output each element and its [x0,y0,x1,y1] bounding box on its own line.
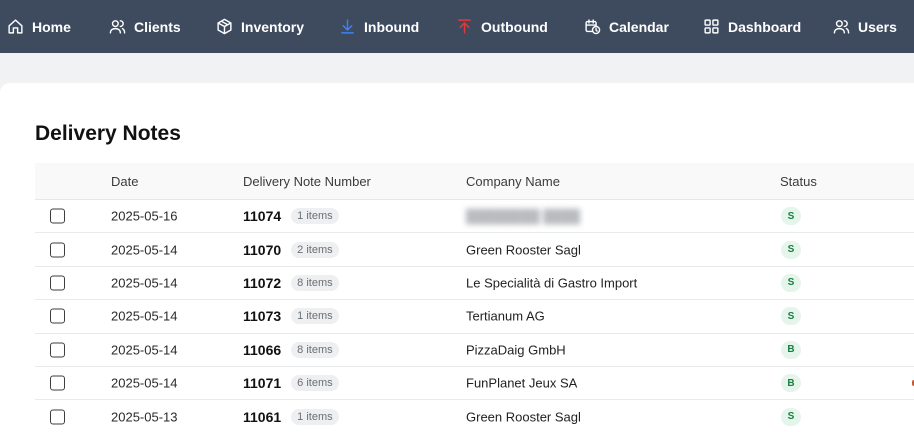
row-company: Le Specialità di Gastro Import [466,275,638,291]
row-date: 2025-05-14 [111,275,178,291]
row-checkbox[interactable] [50,308,65,324]
row-number[interactable]: 11061 [243,409,281,425]
nav-item-outbound[interactable]: Outbound [456,0,548,53]
row-checkbox[interactable] [50,208,65,224]
row-number-cell: 11066 8 items [243,341,339,358]
table-row[interactable]: 2025-05-13 11061 1 items Green Rooster Sa… [35,400,914,432]
arrow-down-icon [341,19,354,34]
row-company: PizzaDaig GmbH [466,342,566,358]
row-company: Tertianum AG [466,308,545,324]
users-icon [109,20,126,34]
row-company-redacted: ████████ ████ [466,208,581,224]
row-items-badge: 6 items [291,375,339,392]
column-header-date[interactable]: Date [111,174,138,189]
nav-label: Clients [134,18,181,35]
row-number[interactable]: 11070 [243,242,281,258]
status-badge: S [781,273,801,292]
row-number[interactable]: 11071 [243,375,281,391]
row-date: 2025-05-14 [111,375,178,391]
status-badge: B [781,374,801,393]
nav-item-inbound[interactable]: Inbound [339,0,419,53]
column-header-number[interactable]: Delivery Note Number [243,174,371,189]
row-date: 2025-05-14 [111,342,178,358]
nav-label: Outbound [481,18,548,35]
row-number[interactable]: 11066 [243,342,281,358]
page-title: Delivery Notes [35,122,181,145]
row-checkbox[interactable] [50,375,65,391]
row-number-cell: 11073 1 items [243,308,339,325]
row-number-cell: 11072 8 items [243,274,339,291]
column-header-status[interactable]: Status [780,174,817,189]
nav-label: Calendar [609,18,669,35]
row-checkbox[interactable] [50,242,65,258]
grid-icon [704,19,719,34]
row-items-badge: 1 items [291,208,339,225]
row-items-badge: 8 items [291,274,339,291]
row-checkbox[interactable] [50,409,65,425]
table-row[interactable]: 2025-05-14 11066 8 items PizzaDaig GmbH B [35,334,914,367]
row-number[interactable]: 11074 [243,208,281,224]
row-items-badge: 8 items [291,341,339,358]
status-badge: S [781,207,801,226]
calendar-icon [585,19,601,35]
nav-label: Inbound [364,18,420,35]
row-number-cell: 11061 1 items [243,408,339,425]
table-row[interactable]: 2025-05-14 11072 8 items Le Specialità di… [35,267,914,301]
home-icon [8,19,23,34]
delivery-notes-table: Date Delivery Note Number Company Name S… [35,163,914,432]
top-nav: Home Clients Inventory Inbound Outbound … [0,0,914,53]
row-company: Green Rooster Sagl [466,242,581,258]
nav-label: Home [32,18,71,35]
users-icon [833,20,850,34]
row-checkbox[interactable] [50,275,65,291]
nav-label: Inventory [241,18,305,35]
row-number[interactable]: 11073 [243,308,281,324]
nav-label: Dashboard [728,18,802,35]
table-row[interactable]: 2025-05-16 11074 1 items ████████ ████ S [35,200,914,234]
row-date: 2025-05-13 [111,409,178,425]
column-header-company[interactable]: Company Name [466,174,560,189]
arrow-up-icon [458,19,471,34]
table-row[interactable]: 2025-05-14 11071 6 items FunPlanet Jeux S… [35,367,914,401]
status-badge: B [781,340,801,359]
row-checkbox[interactable] [50,342,65,358]
row-items-badge: 1 items [291,408,339,425]
table-header: Date Delivery Note Number Company Name S… [35,163,914,200]
status-badge: S [781,407,801,426]
status-badge: S [781,307,801,326]
nav-item-calendar[interactable]: Calendar [584,0,669,53]
row-items-badge: 2 items [291,241,339,258]
row-number-cell: 11074 1 items [243,208,339,225]
nav-item-clients[interactable]: Clients [109,0,181,53]
nav-item-users[interactable]: Users [833,0,897,53]
row-company: Green Rooster Sagl [466,409,581,425]
row-date: 2025-05-14 [111,308,178,324]
nav-item-dashboard[interactable]: Dashboard [703,0,801,53]
table-row[interactable]: 2025-05-14 11073 1 items Tertianum AG S [35,300,914,334]
table-row[interactable]: 2025-05-14 11070 2 items Green Rooster Sa… [35,233,914,267]
row-company: FunPlanet Jeux SA [466,375,578,391]
row-date: 2025-05-14 [111,242,178,258]
row-items-badge: 1 items [291,308,339,325]
status-badge: S [781,240,801,259]
nav-item-inventory[interactable]: Inventory [216,0,304,53]
row-number-cell: 11070 2 items [243,241,339,258]
row-date: 2025-05-16 [111,208,178,224]
package-icon [217,18,232,35]
nav-label: Users [858,18,897,35]
nav-item-home[interactable]: Home [7,0,71,53]
row-number-cell: 11071 6 items [243,375,339,392]
row-number[interactable]: 11072 [243,275,281,291]
